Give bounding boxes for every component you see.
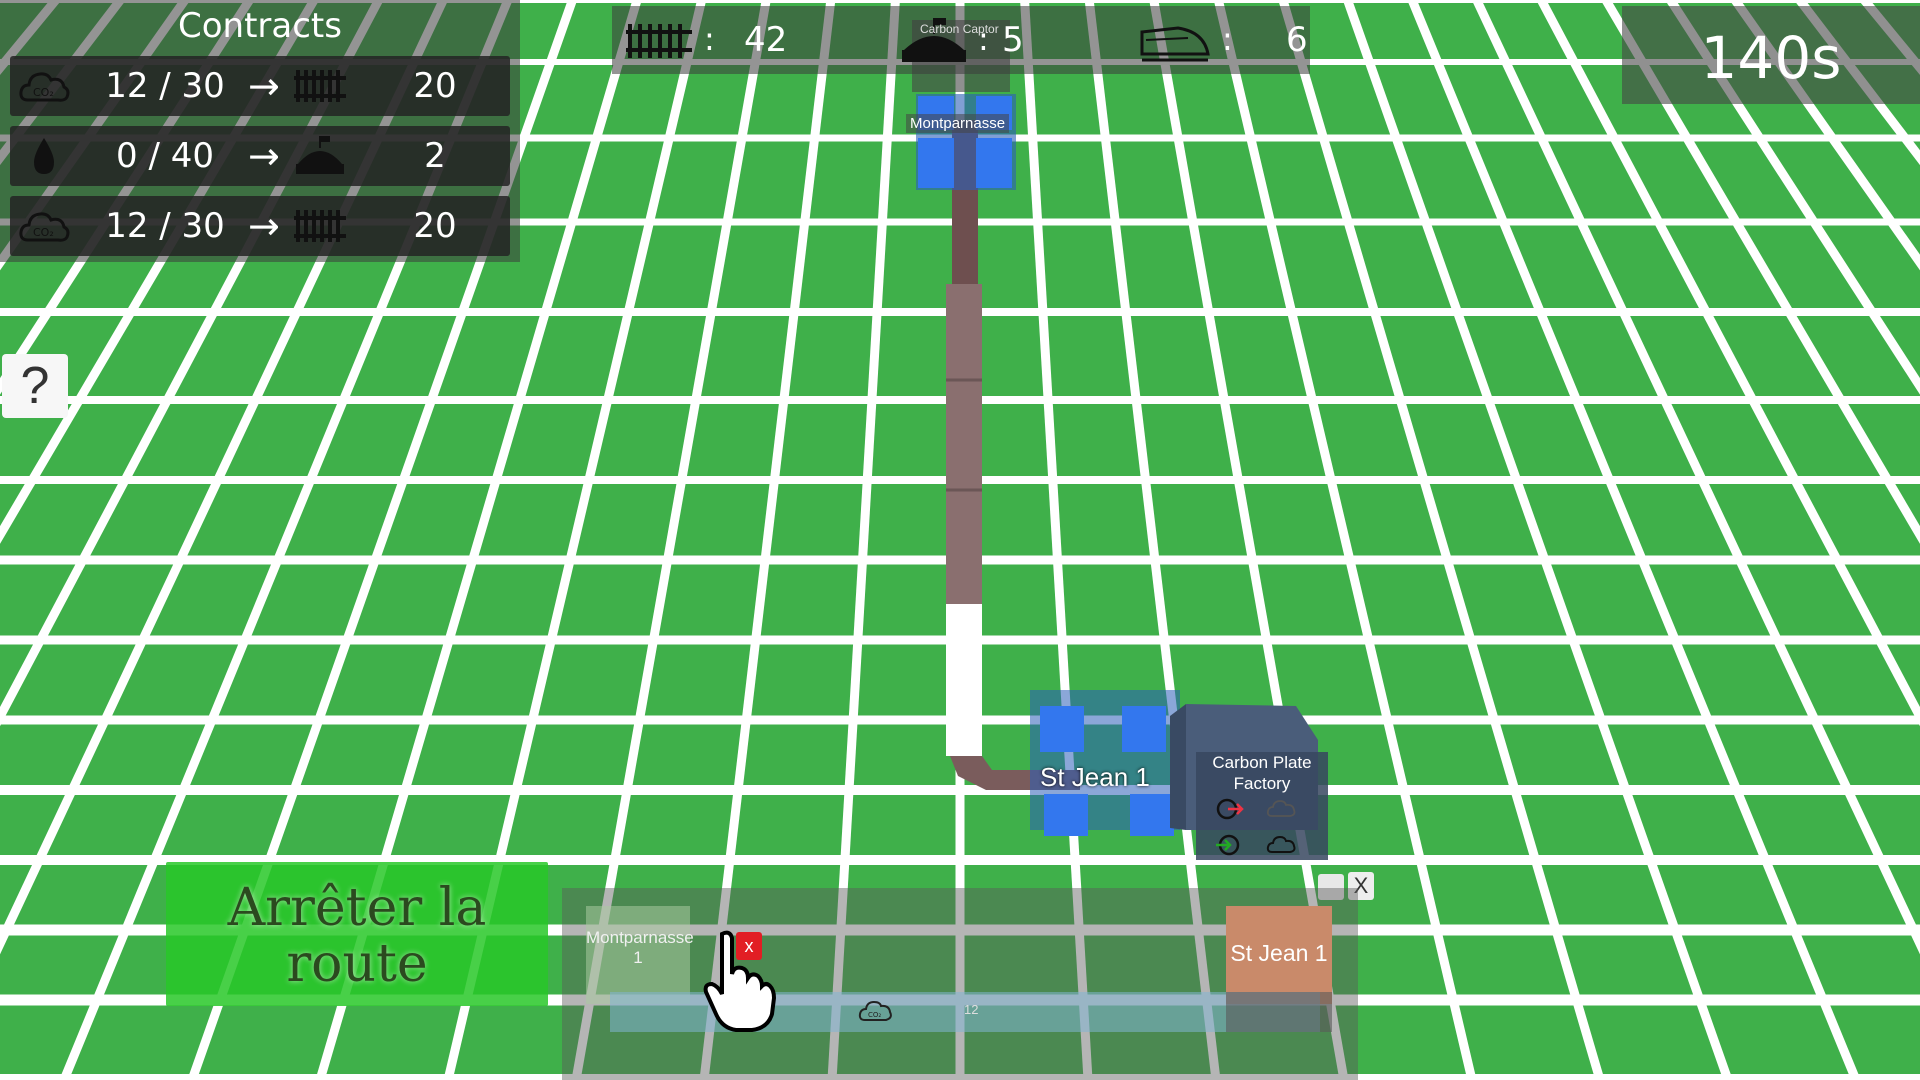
co2-cloud-icon	[1266, 800, 1296, 817]
svg-text:CO₂: CO₂	[33, 86, 54, 99]
route-stop-label: Montparnasse 1	[586, 928, 694, 967]
contract-reward: 20	[413, 206, 457, 246]
contract-row[interactable]: 0 / 40 → 2	[10, 126, 510, 186]
rail-track-icon	[294, 70, 346, 102]
route-editor-panel: Montparnasse 1 x St Jean 1 CO₂ 12	[562, 888, 1358, 1080]
montparnasse-station-label: Montparnasse	[906, 114, 1010, 133]
factory-info-card[interactable]: Carbon Plate Factory	[1196, 752, 1328, 860]
co2-cloud-icon: CO₂	[858, 1000, 892, 1021]
contract-progress: 0 / 40	[116, 136, 214, 176]
train-icon	[1140, 26, 1210, 62]
factory-name: Carbon Plate Factory	[1212, 753, 1312, 793]
route-track-end	[1226, 992, 1332, 1032]
contract-reward: 20	[413, 66, 457, 106]
co2-cloud-icon: CO₂	[19, 212, 70, 242]
rail-track-icon	[626, 24, 692, 58]
carbon-captor-label: Carbon Captor	[920, 22, 999, 36]
output-arrow-icon	[1216, 834, 1240, 856]
contract-progress: 12 / 30	[105, 66, 225, 106]
svg-text:CO₂: CO₂	[33, 226, 54, 239]
rail-track-icon	[294, 210, 346, 242]
resource-counters: : 42 : 5 : 6	[612, 6, 1310, 74]
route-stop-montparnasse[interactable]: Montparnasse 1	[586, 906, 694, 1004]
help-button[interactable]: ?	[2, 354, 68, 418]
train-colon: :	[1222, 20, 1233, 58]
stop-route-button[interactable]: Arrêter la route	[166, 862, 548, 1006]
co2-cloud-icon	[1266, 835, 1296, 853]
co2-cloud-icon: CO₂	[19, 72, 70, 102]
stjean-station-label: St Jean 1	[1040, 762, 1150, 792]
contract-progress: 12 / 30	[105, 206, 225, 246]
timer-value: 140s	[1700, 24, 1842, 92]
route-stop-label: St Jean 1	[1230, 940, 1328, 966]
captor-count: 5	[1002, 20, 1024, 60]
contract-reward: 2	[424, 136, 446, 176]
route-stop-stjean[interactable]: St Jean 1	[1226, 906, 1332, 1004]
timer-panel: 140s	[1622, 6, 1920, 104]
contract-arrow: →	[248, 204, 280, 248]
rail-colon: :	[704, 20, 715, 58]
svg-text:CO₂: CO₂	[868, 1011, 881, 1019]
hand-cursor-icon	[703, 930, 777, 1032]
contract-arrow: →	[248, 64, 280, 108]
contract-row[interactable]: CO₂ 12 / 30 → 20	[10, 56, 510, 116]
stop-route-label: Arrêter la route	[227, 878, 487, 994]
contracts-panel: Contracts CO₂ 12 / 30 → 20 0 / 40 → 2 CO…	[0, 0, 520, 262]
rail-count: 42	[744, 20, 788, 60]
train-count: 6	[1286, 20, 1308, 60]
contract-row[interactable]: CO₂ 12 / 30 → 20	[10, 196, 510, 256]
input-arrow-icon	[1216, 798, 1244, 820]
contracts-title: Contracts	[178, 6, 342, 46]
carbon-captor-icon	[296, 136, 344, 174]
water-drop-icon	[34, 138, 54, 174]
cargo-quantity: 12	[964, 1002, 979, 1017]
contract-arrow: →	[248, 134, 280, 178]
